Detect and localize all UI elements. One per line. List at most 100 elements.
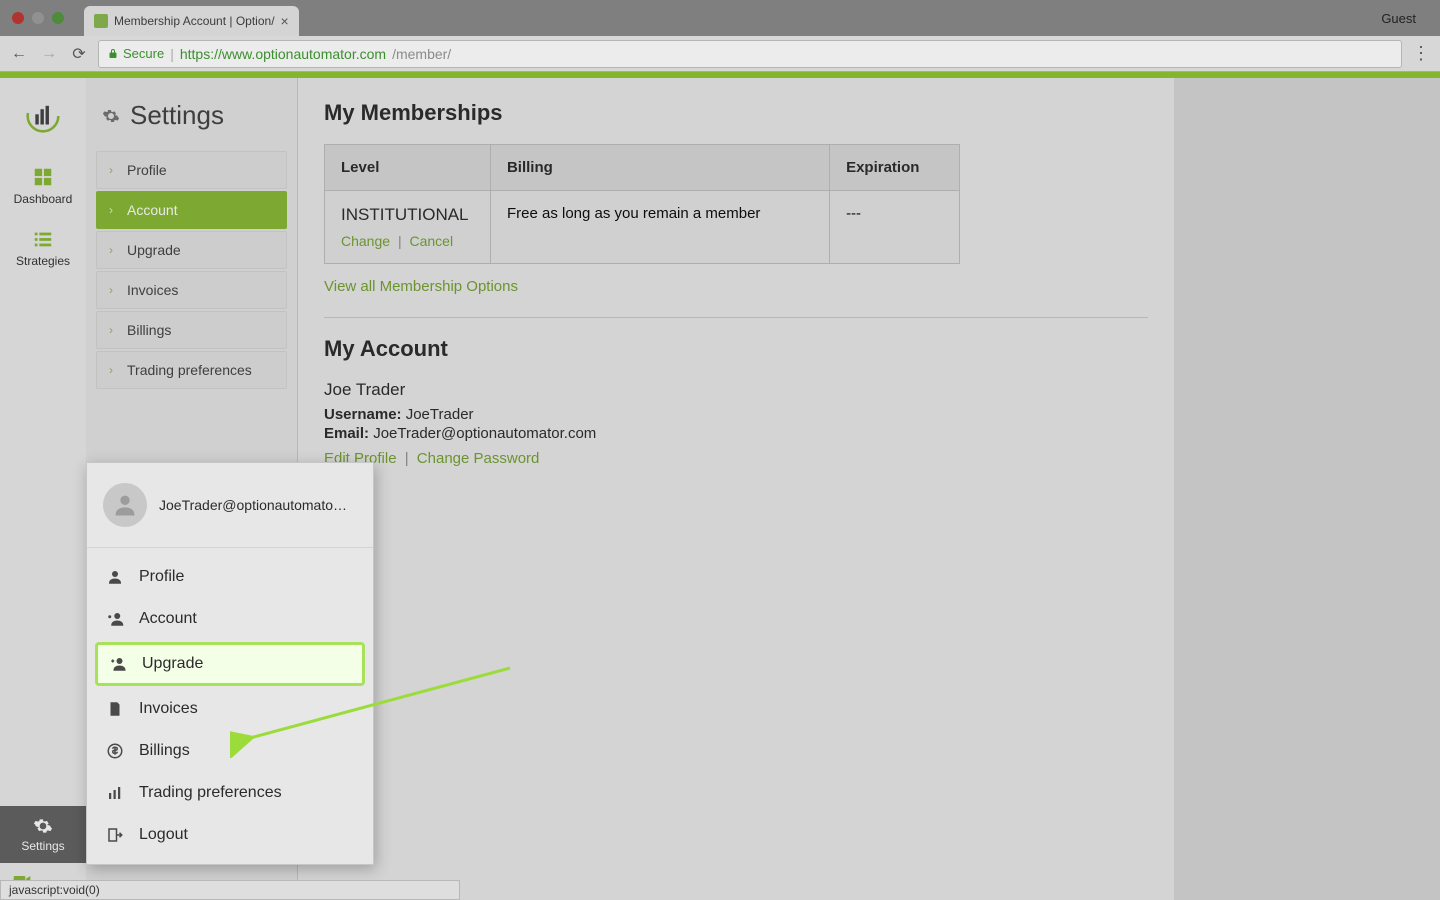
change-password-link[interactable]: Change Password bbox=[417, 450, 540, 467]
sidebar-item-upgrade[interactable]: › Upgrade bbox=[96, 231, 287, 269]
membership-expiration: --- bbox=[830, 191, 960, 264]
lock-icon bbox=[107, 48, 119, 60]
browser-toolbar: ← → ⟳ Secure | https://www.optionautomat… bbox=[0, 36, 1440, 72]
secure-label: Secure bbox=[123, 46, 164, 61]
popup-item-label: Profile bbox=[139, 568, 184, 586]
person-icon bbox=[105, 568, 125, 586]
email-label: Email: bbox=[324, 425, 369, 442]
sidebar-item-billings[interactable]: › Billings bbox=[96, 311, 287, 349]
memberships-table: Level Billing Expiration INSTITUTIONAL C… bbox=[324, 144, 960, 264]
gear-icon bbox=[102, 107, 120, 125]
popup-item-label: Invoices bbox=[139, 700, 198, 718]
nav-rail: Dashboard Strategies Settings Tutorial bbox=[0, 78, 86, 900]
app-logo-icon[interactable] bbox=[23, 96, 63, 136]
popup-item-logout[interactable]: Logout bbox=[87, 814, 373, 856]
popup-item-account[interactable]: Account bbox=[87, 598, 373, 640]
popup-item-billings[interactable]: Billings bbox=[87, 730, 373, 772]
document-icon bbox=[105, 700, 125, 718]
popup-item-profile[interactable]: Profile bbox=[87, 556, 373, 598]
url-host: https://www.optionautomator.com bbox=[180, 46, 386, 62]
col-billing: Billing bbox=[490, 145, 829, 191]
sidebar-item-label: Invoices bbox=[127, 282, 178, 298]
tab-title: Membership Account | Option/ bbox=[114, 14, 275, 28]
account-display-name: Joe Trader bbox=[324, 380, 1148, 400]
sidebar-item-label: Upgrade bbox=[127, 242, 181, 258]
nav-reload-button[interactable]: ⟳ bbox=[68, 43, 90, 65]
popup-item-invoices[interactable]: Invoices bbox=[87, 688, 373, 730]
membership-billing: Free as long as you remain a member bbox=[490, 191, 829, 264]
tab-close-icon[interactable]: × bbox=[281, 13, 289, 29]
nav-back-button[interactable]: ← bbox=[8, 43, 30, 65]
window-minimize-icon[interactable] bbox=[32, 12, 44, 24]
rail-dashboard[interactable]: Dashboard bbox=[0, 158, 86, 220]
popup-email: JoeTrader@optionautomato… bbox=[159, 497, 347, 513]
chevron-right-icon: › bbox=[109, 203, 117, 217]
table-header-row: Level Billing Expiration bbox=[325, 145, 960, 191]
url-path: /member/ bbox=[392, 46, 451, 62]
secure-indicator: Secure bbox=[107, 46, 164, 61]
sidebar-item-label: Account bbox=[127, 202, 178, 218]
divider bbox=[324, 317, 1148, 318]
popup-item-label: Account bbox=[139, 610, 197, 628]
sidebar-item-trading-preferences[interactable]: › Trading preferences bbox=[96, 351, 287, 389]
popup-item-label: Upgrade bbox=[142, 655, 203, 673]
sidebar-item-account[interactable]: › Account bbox=[96, 191, 287, 229]
popup-item-upgrade[interactable]: Upgrade bbox=[95, 642, 365, 686]
dollar-icon bbox=[105, 742, 125, 760]
settings-popup: JoeTrader@optionautomato… Profile Accoun… bbox=[86, 462, 374, 865]
separator: | bbox=[405, 450, 409, 467]
window-close-icon[interactable] bbox=[12, 12, 24, 24]
table-row: INSTITUTIONAL Change | Cancel Free as lo… bbox=[325, 191, 960, 264]
main-content: My Memberships Level Billing Expiration … bbox=[298, 78, 1174, 900]
browser-tab-strip: Membership Account | Option/ × Guest bbox=[0, 0, 1440, 36]
list-icon bbox=[32, 228, 54, 250]
sidebar-title: Settings bbox=[130, 100, 224, 131]
popup-item-label: Trading preferences bbox=[139, 784, 282, 802]
sidebar-item-invoices[interactable]: › Invoices bbox=[96, 271, 287, 309]
col-level: Level bbox=[325, 145, 491, 191]
chevron-right-icon: › bbox=[109, 163, 117, 177]
right-gutter bbox=[1174, 78, 1440, 900]
dashboard-icon bbox=[32, 166, 54, 188]
rail-settings[interactable]: Settings bbox=[0, 806, 86, 863]
account-icon bbox=[105, 610, 125, 628]
sidebar-item-label: Profile bbox=[127, 162, 167, 178]
chevron-right-icon: › bbox=[109, 323, 117, 337]
email-value: JoeTrader@optionautomator.com bbox=[373, 425, 596, 442]
popup-item-trading-preferences[interactable]: Trading preferences bbox=[87, 772, 373, 814]
avatar-icon bbox=[103, 483, 147, 527]
separator: | bbox=[398, 233, 402, 249]
popup-item-label: Billings bbox=[139, 742, 190, 760]
username-label: Username: bbox=[324, 406, 402, 423]
person-plus-icon bbox=[108, 655, 128, 673]
window-zoom-icon[interactable] bbox=[52, 12, 64, 24]
logout-icon bbox=[105, 826, 125, 844]
address-bar[interactable]: Secure | https://www.optionautomator.com… bbox=[98, 40, 1402, 68]
sidebar-item-profile[interactable]: › Profile bbox=[96, 151, 287, 189]
browser-status-bar: javascript:void(0) bbox=[0, 880, 460, 900]
membership-change-link[interactable]: Change bbox=[341, 233, 390, 249]
browser-menu-button[interactable]: ⋮ bbox=[1410, 43, 1432, 64]
memberships-heading: My Memberships bbox=[324, 100, 1148, 126]
sidebar-item-label: Billings bbox=[127, 322, 171, 338]
chart-icon bbox=[105, 784, 125, 802]
popup-item-label: Logout bbox=[139, 826, 188, 844]
browser-tab[interactable]: Membership Account | Option/ × bbox=[84, 6, 299, 36]
chevron-right-icon: › bbox=[109, 243, 117, 257]
membership-level: INSTITUTIONAL bbox=[341, 205, 474, 225]
popup-header: JoeTrader@optionautomato… bbox=[87, 463, 373, 548]
view-all-memberships-link[interactable]: View all Membership Options bbox=[324, 278, 518, 295]
tab-favicon-icon bbox=[94, 14, 108, 28]
window-controls bbox=[0, 12, 64, 24]
rail-strategies-label: Strategies bbox=[16, 254, 70, 268]
rail-strategies[interactable]: Strategies bbox=[0, 220, 86, 282]
username-value: JoeTrader bbox=[406, 406, 474, 423]
account-heading: My Account bbox=[324, 336, 1148, 362]
rail-dashboard-label: Dashboard bbox=[14, 192, 73, 206]
membership-cancel-link[interactable]: Cancel bbox=[409, 233, 453, 249]
col-expiration: Expiration bbox=[830, 145, 960, 191]
profile-guest-label[interactable]: Guest bbox=[1381, 11, 1440, 26]
chevron-right-icon: › bbox=[109, 363, 117, 377]
chevron-right-icon: › bbox=[109, 283, 117, 297]
sidebar-item-label: Trading preferences bbox=[127, 362, 252, 378]
